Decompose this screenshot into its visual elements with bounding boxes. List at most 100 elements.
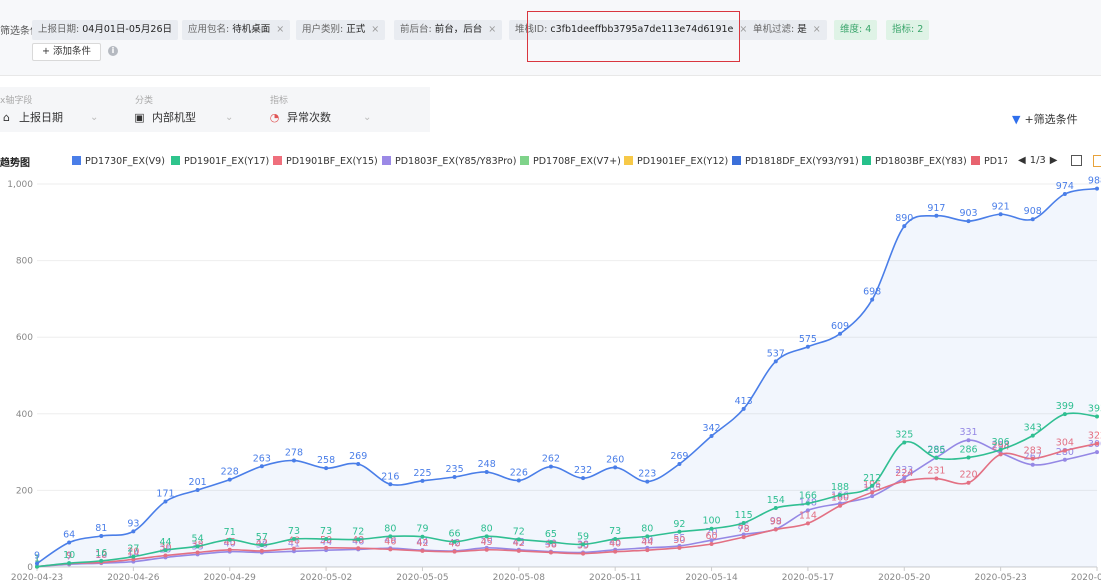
- xaxis-value: 上报日期: [19, 111, 63, 124]
- data-point: [1030, 217, 1035, 222]
- data-point: [516, 478, 521, 483]
- filter-tag-key: 用户类别:: [302, 24, 344, 35]
- data-label: 260: [606, 454, 624, 465]
- filter-tag[interactable]: 用户类别: 正式 ×: [296, 20, 386, 40]
- data-label: 263: [253, 453, 271, 464]
- data-label: 269: [670, 451, 688, 462]
- filter-tag-key: 应用包名:: [188, 24, 230, 35]
- xaxis-field-label: x轴字段: [0, 96, 33, 106]
- data-label: 413: [735, 396, 753, 407]
- highlight-box: [527, 11, 740, 62]
- data-label: 9: [34, 551, 40, 562]
- data-point: [484, 470, 489, 475]
- filter-tag[interactable]: 应用包名: 待机桌面 ×: [182, 20, 291, 40]
- data-label: 248: [478, 459, 496, 470]
- data-label: 575: [799, 334, 817, 345]
- data-point: [870, 297, 875, 302]
- y-tick-label: 200: [16, 486, 33, 496]
- category-select[interactable]: ▣ 内部机型 ⌄: [133, 108, 238, 128]
- y-tick-label: 1,000: [7, 180, 33, 190]
- data-point: [773, 359, 778, 364]
- filter-tag-value: 2: [917, 24, 924, 35]
- data-point: [966, 219, 971, 224]
- data-point: [259, 464, 264, 469]
- filter-tag-value: 是: [797, 24, 807, 35]
- chevron-down-icon: ⌄: [90, 112, 99, 123]
- close-icon[interactable]: ×: [371, 24, 379, 35]
- data-label: 93: [127, 518, 139, 529]
- filter-tag[interactable]: 维度: 4: [834, 20, 878, 40]
- filter-tag-value: 正式: [346, 24, 366, 35]
- legend-item[interactable]: PD1818DF_EX(Y93/Y91): [732, 156, 859, 167]
- x-tick-label: 2020-04-23: [11, 573, 63, 583]
- legend-item[interactable]: PD1803F_EX(Y85/Y83Pro): [382, 156, 516, 167]
- add-condition-button[interactable]: + 添加条件: [32, 43, 101, 61]
- data-label: 974: [1056, 181, 1074, 192]
- x-tick-label: 2020-04-26: [107, 573, 160, 583]
- home-icon: ⌂: [3, 111, 10, 124]
- next-page-icon[interactable]: ▶: [1050, 155, 1058, 166]
- filter-tag[interactable]: 上报日期: 04月01日-05月26日: [32, 20, 179, 40]
- prev-page-icon[interactable]: ◀: [1018, 155, 1026, 166]
- legend-label: PD1708F_EX(V7+): [533, 156, 621, 167]
- filter-tag-value: 前台，后台: [434, 24, 483, 35]
- data-point: [35, 561, 39, 566]
- x-tick-label: 2020-05-14: [685, 573, 738, 583]
- data-label: 235: [446, 464, 464, 475]
- legend-label: PD17: [984, 156, 1007, 167]
- legend-item[interactable]: PD17: [971, 156, 1007, 167]
- data-label: 216: [381, 471, 399, 482]
- add-filter-button[interactable]: ▼ +筛选条件: [1012, 111, 1078, 127]
- x-tick-label: 2020-05-08: [493, 573, 546, 583]
- legend-item[interactable]: PD1901EF_EX(Y12): [624, 156, 728, 167]
- xaxis-select[interactable]: ⌂ 上报日期 ⌄: [0, 108, 105, 128]
- close-icon[interactable]: ×: [813, 24, 821, 35]
- data-view-icon[interactable]: [1093, 155, 1101, 167]
- data-label: 201: [189, 477, 207, 488]
- download-image-icon[interactable]: [1071, 155, 1082, 166]
- filter-tag-value: 4: [865, 24, 872, 35]
- data-point: [805, 344, 810, 349]
- data-point: [163, 499, 168, 504]
- legend-item[interactable]: PD1901BF_EX(Y15): [273, 156, 378, 167]
- legend-item[interactable]: PD1901F_EX(Y17): [171, 156, 269, 167]
- legend-label: PD1803BF_EX(Y83): [875, 156, 967, 167]
- legend-label: PD1803F_EX(Y85/Y83Pro): [395, 156, 517, 167]
- legend-pager: ◀ 1/3 ▶: [1016, 155, 1060, 166]
- gauge-icon: ◔: [269, 111, 280, 124]
- legend-swatch: [732, 156, 741, 165]
- data-point: [131, 529, 136, 534]
- data-label: 226: [510, 467, 528, 478]
- close-icon[interactable]: ×: [488, 24, 496, 35]
- data-point: [709, 434, 714, 439]
- filter-tag[interactable]: 指标: 2: [886, 20, 930, 40]
- data-label: 537: [767, 348, 785, 359]
- filter-tag[interactable]: 前后台: 前台，后台 ×: [394, 20, 503, 40]
- legend-label: PD1730F_EX(V9): [85, 156, 165, 167]
- legend-item[interactable]: PD1803BF_EX(Y83): [862, 156, 967, 167]
- metric-select[interactable]: ◔ 异常次数 ⌄: [268, 108, 378, 128]
- data-label: 228: [221, 467, 239, 478]
- data-label: 171: [156, 489, 174, 500]
- data-label: 917: [927, 203, 945, 214]
- filter-tag[interactable]: 单机过滤: 是 ×: [747, 20, 827, 40]
- x-tick-label: 2020-05-20: [878, 573, 931, 583]
- add-filter-label: +筛选条件: [1024, 113, 1078, 126]
- info-icon[interactable]: i: [108, 46, 118, 56]
- data-label: 278: [285, 448, 303, 459]
- legend-swatch: [971, 156, 980, 165]
- data-label: 609: [831, 321, 849, 332]
- filter-tag-value: 04月01日-05月26日: [82, 24, 173, 35]
- filter-tag-value: 待机桌面: [232, 24, 271, 35]
- legend-item[interactable]: PD1708F_EX(V7+): [520, 156, 621, 167]
- data-label: 908: [1024, 206, 1042, 217]
- data-label: 64: [63, 529, 75, 540]
- x-tick-label: 2020-05-05: [396, 573, 448, 583]
- metric-value: 异常次数: [287, 111, 331, 124]
- data-point: [420, 478, 425, 483]
- legend-item[interactable]: PD1730F_EX(V9): [72, 156, 165, 167]
- legend-swatch: [171, 156, 180, 165]
- legend-swatch: [72, 156, 81, 165]
- data-point: [227, 477, 232, 482]
- close-icon[interactable]: ×: [276, 24, 284, 35]
